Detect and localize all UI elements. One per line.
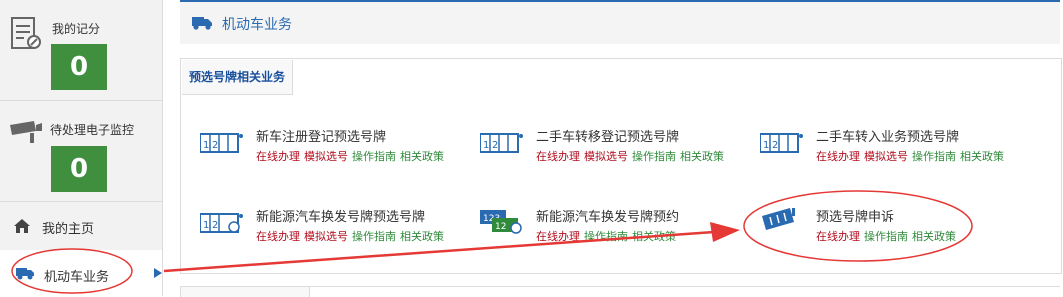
service-item: 1 2 二手车转移登记预选号牌 在线办理 模拟选号 操作指南 相关政策 — [480, 126, 750, 166]
link-guide[interactable]: 操作指南 — [352, 230, 396, 243]
svg-text:2: 2 — [772, 140, 778, 151]
score-label: 我的记分 — [52, 22, 101, 36]
service-item: 1 2 新能源汽车换发号牌预选号牌 在线办理 模拟选号 操作指南 相关政策 — [200, 206, 470, 246]
service-links: 在线办理 操作指南 相关政策 — [816, 228, 960, 244]
monitor-count: 0 — [51, 146, 107, 192]
service-links: 在线办理 模拟选号 操作指南 相关政策 — [816, 148, 1008, 164]
link-policy[interactable]: 相关政策 — [680, 150, 724, 163]
license-plate-icon: 1 2 — [760, 133, 803, 153]
link-policy[interactable]: 相关政策 — [400, 150, 444, 163]
camera-icon — [10, 121, 42, 143]
svg-text:2: 2 — [212, 220, 218, 231]
home-icon — [14, 219, 30, 233]
link-policy[interactable]: 相关政策 — [400, 230, 444, 243]
link-apply-online[interactable]: 在线办理 — [536, 230, 580, 243]
link-apply-online[interactable]: 在线办理 — [816, 150, 860, 163]
svg-text:1: 1 — [763, 140, 769, 151]
service-item: 1 2 新车注册登记预选号牌 在线办理 模拟选号 操作指南 相关政策 — [200, 126, 470, 166]
service-title[interactable]: 二手车转移登记预选号牌 — [536, 126, 679, 145]
monitor-label: 待处理电子监控 — [50, 123, 135, 137]
plate-appointment-icon: 123 12 — [480, 210, 522, 234]
link-simulate[interactable]: 模拟选号 — [864, 150, 908, 163]
svg-text:12: 12 — [495, 222, 506, 232]
next-section-tab[interactable] — [180, 286, 310, 297]
score-card[interactable]: 我的记分 0 — [0, 0, 162, 101]
svg-text:2: 2 — [212, 140, 218, 151]
link-policy[interactable]: 相关政策 — [912, 230, 956, 243]
service-title[interactable]: 预选号牌申诉 — [816, 206, 894, 225]
service-title[interactable]: 新车注册登记预选号牌 — [256, 126, 386, 145]
document-edit-icon — [11, 17, 41, 49]
sidebar-divider — [162, 0, 163, 296]
link-apply-online[interactable]: 在线办理 — [536, 150, 580, 163]
link-simulate[interactable]: 模拟选号 — [304, 230, 348, 243]
service-links: 在线办理 模拟选号 操作指南 相关政策 — [256, 228, 448, 244]
next-section-border — [308, 286, 1060, 287]
svg-text:1: 1 — [203, 140, 209, 151]
service-links: 在线办理 模拟选号 操作指南 相关政策 — [256, 148, 448, 164]
section-header: 机动车业务 — [180, 0, 1060, 44]
link-guide[interactable]: 操作指南 — [864, 230, 908, 243]
monitor-card[interactable]: 待处理电子监控 0 — [0, 101, 162, 202]
nav-vehicle[interactable]: 机动车业务 — [0, 250, 162, 296]
link-guide[interactable]: 操作指南 — [912, 150, 956, 163]
nav-vehicle-label: 机动车业务 — [44, 270, 110, 285]
service-title[interactable]: 新能源汽车换发号牌预选号牌 — [256, 206, 425, 225]
service-title[interactable]: 二手车转入业务预选号牌 — [816, 126, 959, 145]
service-item: 123 12 新能源汽车换发号牌预约 在线办理 操作指南 相关政策 — [480, 206, 750, 246]
link-guide[interactable]: 操作指南 — [632, 150, 676, 163]
link-simulate[interactable]: 模拟选号 — [304, 150, 348, 163]
link-guide[interactable]: 操作指南 — [352, 150, 396, 163]
service-item: 1 2 二手车转入业务预选号牌 在线办理 模拟选号 操作指南 相关政策 — [760, 126, 1040, 166]
service-item: 预选号牌申诉 在线办理 操作指南 相关政策 — [760, 206, 1040, 246]
tab-plate-selection[interactable]: 预选号牌相关业务 — [182, 60, 294, 95]
plate-refresh-icon: 1 2 — [200, 213, 243, 233]
license-plate-icon: 1 2 — [480, 133, 523, 153]
nav-home[interactable]: 我的主页 — [0, 204, 162, 248]
link-apply-online[interactable]: 在线办理 — [816, 230, 860, 243]
link-guide[interactable]: 操作指南 — [584, 230, 628, 243]
license-plate-icon: 1 2 — [200, 133, 243, 153]
truck-icon — [192, 17, 212, 30]
link-policy[interactable]: 相关政策 — [632, 230, 676, 243]
service-title[interactable]: 新能源汽车换发号牌预约 — [536, 206, 679, 225]
link-apply-online[interactable]: 在线办理 — [256, 230, 300, 243]
service-links: 在线办理 操作指南 相关政策 — [536, 228, 680, 244]
svg-text:2: 2 — [492, 140, 498, 151]
caret-right-icon — [154, 268, 162, 278]
page-title: 机动车业务 — [222, 17, 292, 33]
svg-text:1: 1 — [483, 140, 489, 151]
truck-icon — [16, 268, 34, 280]
score-count: 0 — [51, 44, 107, 90]
link-apply-online[interactable]: 在线办理 — [256, 150, 300, 163]
nav-home-label: 我的主页 — [42, 222, 95, 237]
svg-text:1: 1 — [203, 220, 209, 231]
service-links: 在线办理 模拟选号 操作指南 相关政策 — [536, 148, 728, 164]
plate-appeal-icon — [762, 208, 795, 230]
sidebar: 我的记分 0 待处理电子监控 0 我的主页 机动车业务 — [0, 0, 162, 296]
link-policy[interactable]: 相关政策 — [960, 150, 1004, 163]
link-simulate[interactable]: 模拟选号 — [584, 150, 628, 163]
